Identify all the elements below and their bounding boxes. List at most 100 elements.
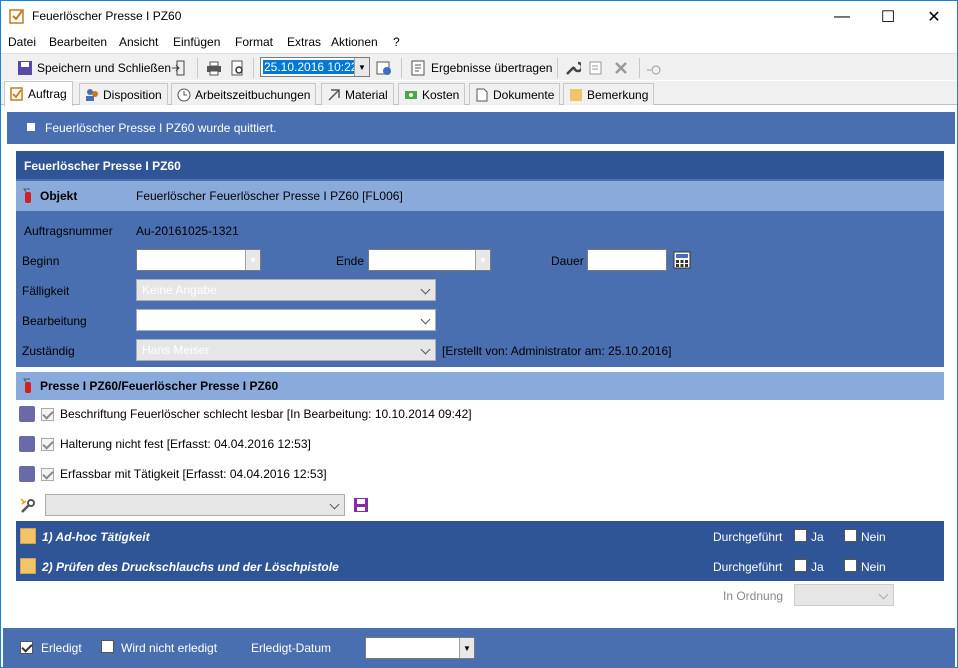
transfer-results-button[interactable]: Ergebnisse übertragen <box>411 58 552 78</box>
ja-label: Ja <box>811 530 824 544</box>
ja-checkbox[interactable] <box>794 529 807 542</box>
tool-add-icon[interactable] <box>19 497 37 515</box>
calendar-clock-icon[interactable] <box>376 58 392 78</box>
task-row: 1) Ad-hoc Tätigkeit Durchgeführt Ja Nein <box>16 521 944 551</box>
dauer-label: Dauer <box>551 254 584 268</box>
dropdown-arrow-icon[interactable]: ▼ <box>354 58 369 76</box>
tab-bemerkung[interactable]: Bemerkung <box>563 83 655 105</box>
checklist-item-icon <box>19 466 35 482</box>
tab-label: Bemerkung <box>587 87 649 102</box>
wrench-icon[interactable] <box>565 58 581 78</box>
chevron-down-icon <box>420 314 431 325</box>
save-close-label: Speichern und Schließen <box>37 61 172 75</box>
menu-help[interactable]: ? <box>393 35 400 49</box>
maximize-button[interactable]: ☐ <box>865 1 911 32</box>
menu-format[interactable]: Format <box>235 35 273 49</box>
ende-date-picker[interactable]: ▼ <box>368 249 491 271</box>
add-activity-select[interactable] <box>45 494 345 516</box>
title-bar: Feuerlöscher Presse I PZ60 — ☐ ✕ <box>1 1 957 32</box>
erledigt-checkbox[interactable] <box>20 641 33 654</box>
clock-icon <box>177 88 191 101</box>
calculator-icon[interactable] <box>673 251 691 269</box>
datetime-picker[interactable]: 25.10.2016 10:22 ▼ <box>260 57 370 77</box>
faelligkeit-select[interactable]: Keine Angabe <box>136 279 436 301</box>
order-section: Feuerlöscher Presse I PZ60 Objekt Feuerl… <box>16 151 944 367</box>
minimize-button[interactable]: — <box>819 1 865 32</box>
list-item: Halterung nicht fest [Erfasst: 04.04.201… <box>19 432 311 456</box>
tab-label: Arbeitszeitbuchungen <box>195 87 311 102</box>
item-checkbox[interactable] <box>41 437 54 451</box>
tab-bar: Auftrag Disposition Arbeitszeitbuchungen… <box>1 81 957 106</box>
objekt-value: Feuerlöscher Feuerlöscher Presse I PZ60 … <box>136 189 403 203</box>
tab-label: Disposition <box>103 87 162 102</box>
tab-label: Kosten <box>422 87 460 102</box>
menu-aktionen[interactable]: Aktionen <box>331 35 378 49</box>
erledigt-datum-label: Erledigt-Datum <box>251 641 332 655</box>
durchgefuehrt-label: Durchgeführt <box>713 530 783 544</box>
item-checkbox[interactable] <box>41 407 54 421</box>
money-icon <box>405 90 417 99</box>
dropdown-arrow-icon[interactable]: ▼ <box>475 250 490 270</box>
menu-einfuegen[interactable]: Einfügen <box>173 35 220 49</box>
durchgefuehrt-label: Durchgeführt <box>713 560 783 574</box>
delete-icon[interactable] <box>614 58 628 78</box>
tab-disposition[interactable]: Disposition <box>79 83 168 105</box>
window-title: Feuerlöscher Presse I PZ60 <box>32 9 182 23</box>
task-label: 2) Prüfen des Druckschlauchs und der Lös… <box>42 560 339 574</box>
menu-extras[interactable]: Extras <box>287 35 321 49</box>
item-text: Halterung nicht fest [Erfasst: 04.04.201… <box>60 437 311 451</box>
tab-arbeitszeitbuchungen[interactable]: Arbeitszeitbuchungen <box>171 83 317 105</box>
nein-label: Nein <box>861 560 886 574</box>
print-preview-icon[interactable] <box>230 58 246 78</box>
checklist-item-icon <box>19 406 35 422</box>
transfer-icon <box>411 60 425 76</box>
wird-nicht-checkbox[interactable] <box>101 640 114 653</box>
exit-icon[interactable] <box>171 58 185 78</box>
dropdown-arrow-icon[interactable]: ▼ <box>459 638 474 658</box>
in-ordnung-label: In Ordnung <box>723 589 784 603</box>
edit-list-icon[interactable] <box>589 58 605 78</box>
menu-bearbeiten[interactable]: Bearbeiten <box>49 35 107 49</box>
save-icon[interactable] <box>353 497 369 513</box>
save-close-button[interactable]: Speichern und Schließen <box>17 58 171 78</box>
material-icon <box>328 88 340 101</box>
nein-checkbox[interactable] <box>844 529 857 542</box>
in-ordnung-select[interactable] <box>794 584 894 606</box>
datetime-value: 25.10.2016 10:22 <box>263 60 359 74</box>
fire-extinguisher-icon <box>23 378 31 393</box>
bearbeitung-label: Bearbeitung <box>22 314 87 328</box>
task-label: 1) Ad-hoc Tätigkeit <box>42 530 150 544</box>
ja-checkbox[interactable] <box>794 559 807 572</box>
application-window: Feuerlöscher Presse I PZ60 — ☐ ✕ Datei B… <box>0 0 958 668</box>
erledigt-datum-picker[interactable]: ▼ <box>365 637 475 659</box>
dauer-field[interactable]: 0,00 h <box>587 249 667 271</box>
folder-icon <box>20 558 36 574</box>
quittiert-banner: Feuerlöscher Presse I PZ60 wurde quittie… <box>7 112 955 144</box>
print-icon[interactable] <box>206 58 222 78</box>
menu-datei[interactable]: Datei <box>8 35 36 49</box>
tab-kosten[interactable]: Kosten <box>398 83 466 105</box>
tab-dokumente[interactable]: Dokumente <box>469 83 561 105</box>
save-icon <box>18 61 32 75</box>
transfer-label: Ergebnisse übertragen <box>431 61 553 75</box>
erstellt-info: [Erstellt von: Administrator am: 25.10.2… <box>442 344 672 358</box>
tab-auftrag[interactable]: Auftrag <box>4 81 73 106</box>
zustaendig-label: Zuständig <box>22 344 75 358</box>
time-icon[interactable] <box>646 58 662 78</box>
bearbeitung-select[interactable] <box>136 309 436 331</box>
bottom-bar: Erledigt Wird nicht erledigt Erledigt-Da… <box>3 628 955 668</box>
item-text: Beschriftung Feuerlöscher schlecht lesba… <box>60 407 472 421</box>
close-button[interactable]: ✕ <box>911 1 957 32</box>
menu-ansicht[interactable]: Ansicht <box>119 35 158 49</box>
section2-title: Presse I PZ60/Feuerlöscher Presse I PZ60 <box>16 372 944 400</box>
nein-checkbox[interactable] <box>844 559 857 572</box>
beginn-date-picker[interactable]: ▼ <box>136 249 261 271</box>
auftragsnummer-value: Au-20161025-1321 <box>136 224 239 238</box>
zustaendig-select[interactable]: Hans Meiser <box>136 339 436 361</box>
tab-material[interactable]: Material <box>321 83 394 105</box>
users-icon <box>86 88 98 101</box>
quittiert-checkbox[interactable] <box>27 123 35 131</box>
dropdown-arrow-icon[interactable]: ▼ <box>245 250 260 270</box>
item-checkbox[interactable] <box>41 467 54 481</box>
objekt-label: Objekt <box>40 189 78 203</box>
